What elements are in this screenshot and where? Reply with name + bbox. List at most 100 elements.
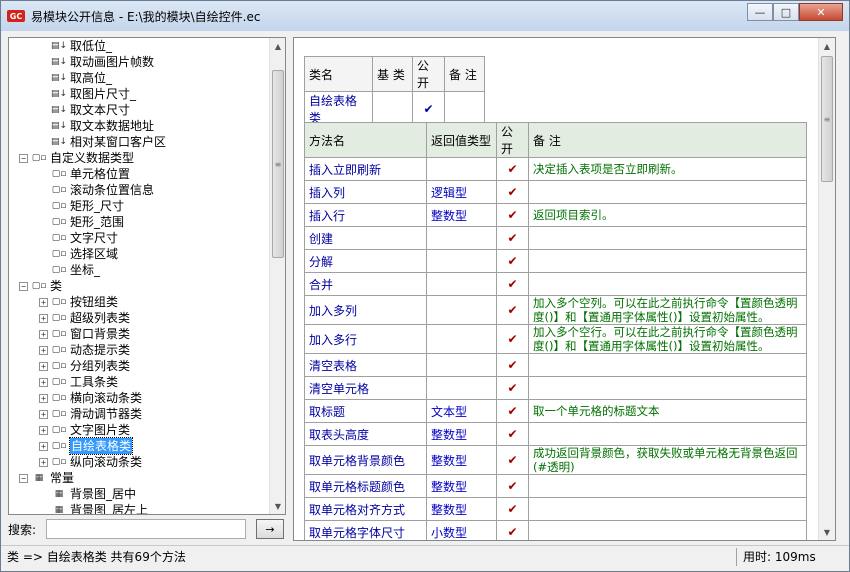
- minimize-button[interactable]: —: [747, 3, 773, 21]
- expand-icon[interactable]: +: [39, 313, 48, 323]
- method-row[interactable]: 加入多列 ✔ 加入多个空列。可以在此之前执行命令【置颜色透明度()】和【置通用字体属…: [304, 295, 807, 325]
- tree-scrollbar[interactable]: ▲ ≡ ▼: [269, 38, 285, 514]
- tree-item[interactable]: − ▢▫ 自定义数据类型: [19, 150, 134, 166]
- expand-icon[interactable]: +: [39, 377, 48, 387]
- method-name-cell[interactable]: 加入多行: [304, 324, 427, 354]
- tree-item[interactable]: + ▢▫ 滑动调节器类: [39, 406, 142, 422]
- method-row[interactable]: 分解 ✔: [304, 249, 807, 273]
- collapse-icon[interactable]: −: [19, 281, 28, 291]
- method-name-cell[interactable]: 加入多列: [304, 295, 427, 325]
- detail-scrollbar[interactable]: ▲ ≡ ▼: [818, 38, 835, 540]
- method-row[interactable]: 取表头高度 整数型 ✔: [304, 422, 807, 446]
- method-row[interactable]: 插入列 逻辑型 ✔: [304, 180, 807, 204]
- method-icon: ▤↓: [50, 137, 68, 147]
- scroll-thumb[interactable]: ≡: [272, 70, 284, 258]
- tree-item[interactable]: ▤↓ 相对某窗口客户区: [51, 134, 166, 150]
- tree-item[interactable]: + ▢▫ 横向滚动条类: [39, 390, 142, 406]
- method-row[interactable]: 清空单元格 ✔: [304, 376, 807, 400]
- method-row[interactable]: 取单元格对齐方式 整数型 ✔: [304, 497, 807, 521]
- method-name-cell[interactable]: 插入列: [304, 180, 427, 204]
- tree-item[interactable]: ▤↓ 取图片尺寸_: [51, 86, 136, 102]
- tree-item[interactable]: + ▢▫ 纵向滚动条类: [39, 454, 142, 470]
- method-row[interactable]: 加入多行 ✔ 加入多个空行。可以在此之前执行命令【置颜色透明度()】和【置通用字体属…: [304, 324, 807, 354]
- collapse-icon[interactable]: −: [19, 153, 28, 163]
- tree-item[interactable]: + ▢▫ 自绘表格类: [39, 437, 134, 455]
- tree-item[interactable]: ▢▫ 矩形_尺寸: [51, 198, 124, 214]
- expand-icon[interactable]: +: [39, 361, 48, 371]
- close-button[interactable]: ✕: [799, 3, 843, 21]
- tree-item[interactable]: − ▢▫ 类: [19, 278, 62, 294]
- tree-item[interactable]: + ▢▫ 动态提示类: [39, 342, 130, 358]
- method-name-cell[interactable]: 插入立即刷新: [304, 157, 427, 181]
- tree-item[interactable]: ▢▫ 坐标_: [51, 262, 100, 278]
- scroll-thumb[interactable]: ≡: [821, 56, 833, 182]
- method-row[interactable]: 合并 ✔: [304, 272, 807, 296]
- expand-icon[interactable]: +: [39, 425, 48, 435]
- method-row[interactable]: 取标题 文本型 ✔ 取一个单元格的标题文本: [304, 399, 807, 423]
- tree-item[interactable]: ▢▫ 单元格位置: [51, 166, 130, 182]
- collapse-icon[interactable]: −: [19, 473, 28, 483]
- expand-icon[interactable]: +: [39, 441, 48, 451]
- expand-icon[interactable]: +: [39, 393, 48, 403]
- tree-item[interactable]: ▢▫ 矩形_范围: [51, 214, 124, 230]
- expand-icon[interactable]: +: [39, 329, 48, 339]
- tree-item-label: 文字尺寸: [70, 231, 119, 245]
- maximize-button[interactable]: □: [773, 3, 799, 21]
- method-row[interactable]: 清空表格 ✔: [304, 353, 807, 377]
- expand-icon[interactable]: +: [39, 409, 48, 419]
- tree-item[interactable]: ▤↓ 取动画图片帧数: [51, 54, 154, 70]
- app-icon: GC: [7, 10, 25, 22]
- method-name-cell[interactable]: 清空表格: [304, 353, 427, 377]
- tree-item[interactable]: ▤↓ 取高位_: [51, 70, 112, 86]
- method-row[interactable]: 创建 ✔: [304, 226, 807, 250]
- tree-item[interactable]: ▢▫ 滚动条位置信息: [51, 182, 154, 198]
- tree-item[interactable]: + ▢▫ 按钮组类: [39, 294, 118, 310]
- tree-item[interactable]: ▦ 背景图_居中: [51, 486, 136, 502]
- tree-item[interactable]: ▢▫ 文字尺寸: [51, 230, 118, 246]
- method-name-cell[interactable]: 清空单元格: [304, 376, 427, 400]
- module-tree: ▤↓ 取低位_ ▤↓ 取动画图片帧数 ▤↓ 取高位_ ▤↓ 取图片尺寸_ ▤↓ 取文本尺寸 ▤↓ 取文…: [9, 38, 271, 514]
- method-name-cell[interactable]: 取单元格标题颜色: [304, 474, 427, 498]
- expand-icon[interactable]: +: [39, 345, 48, 355]
- method-row[interactable]: 插入行 整数型 ✔ 返回项目索引。: [304, 203, 807, 227]
- method-name-cell[interactable]: 取单元格对齐方式: [304, 497, 427, 521]
- method-name-cell[interactable]: 取单元格字体尺寸: [304, 520, 427, 540]
- method-name-cell[interactable]: 创建: [304, 226, 427, 250]
- expand-icon[interactable]: +: [39, 297, 48, 307]
- title-bar[interactable]: GC 易模块公开信息 - E:\我的模块\自绘控件.ec — □ ✕: [1, 1, 849, 31]
- method-icon: ▤↓: [50, 57, 68, 67]
- scroll-down-icon[interactable]: ▼: [819, 524, 835, 540]
- method-name-cell[interactable]: 插入行: [304, 203, 427, 227]
- method-row[interactable]: 取单元格标题颜色 整数型 ✔: [304, 474, 807, 498]
- scroll-up-icon[interactable]: ▲: [270, 38, 285, 54]
- tree-item[interactable]: ▤↓ 取低位_: [51, 38, 112, 54]
- method-row[interactable]: 插入立即刷新 ✔ 决定插入表项是否立即刷新。: [304, 157, 807, 181]
- tree-item[interactable]: + ▢▫ 工具条类: [39, 374, 118, 390]
- scroll-down-icon[interactable]: ▼: [270, 498, 285, 514]
- tree-item-label: 超级列表类: [70, 311, 131, 325]
- tree-item[interactable]: − ▦ 常量: [19, 470, 74, 486]
- search-button[interactable]: →: [256, 519, 284, 539]
- method-name-cell[interactable]: 取表头高度: [304, 422, 427, 446]
- tree-item[interactable]: + ▢▫ 超级列表类: [39, 310, 130, 326]
- method-name-cell[interactable]: 取单元格背景颜色: [304, 445, 427, 475]
- search-input[interactable]: [46, 519, 246, 539]
- tree-item[interactable]: + ▢▫ 分组列表类: [39, 358, 130, 374]
- method-name-cell[interactable]: 取标题: [304, 399, 427, 423]
- method-name-cell[interactable]: 分解: [304, 249, 427, 273]
- method-row[interactable]: 取单元格背景颜色 整数型 ✔ 成功返回背景颜色，获取失败或单元格无背景色返回(#透明): [304, 445, 807, 475]
- tree-item[interactable]: ▢▫ 选择区域: [51, 246, 118, 262]
- type-icon: ▢▫: [51, 409, 67, 419]
- scroll-up-icon[interactable]: ▲: [819, 38, 835, 54]
- tree-item[interactable]: + ▢▫ 文字图片类: [39, 422, 130, 438]
- method-row[interactable]: 取单元格字体尺寸 小数型 ✔: [304, 520, 807, 540]
- method-note-cell: [528, 226, 807, 250]
- tree-item[interactable]: + ▢▫ 窗口背景类: [39, 326, 130, 342]
- method-name-cell[interactable]: 合并: [304, 272, 427, 296]
- tree-item[interactable]: ▤↓ 取文本数据地址: [51, 118, 154, 134]
- expand-icon[interactable]: +: [39, 457, 48, 467]
- tree-item[interactable]: ▦ 背景图_居左上: [51, 502, 148, 514]
- method-header-name: 方法名: [304, 122, 427, 158]
- tree-item[interactable]: ▤↓ 取文本尺寸: [51, 102, 130, 118]
- type-icon: ▢▫: [31, 281, 47, 291]
